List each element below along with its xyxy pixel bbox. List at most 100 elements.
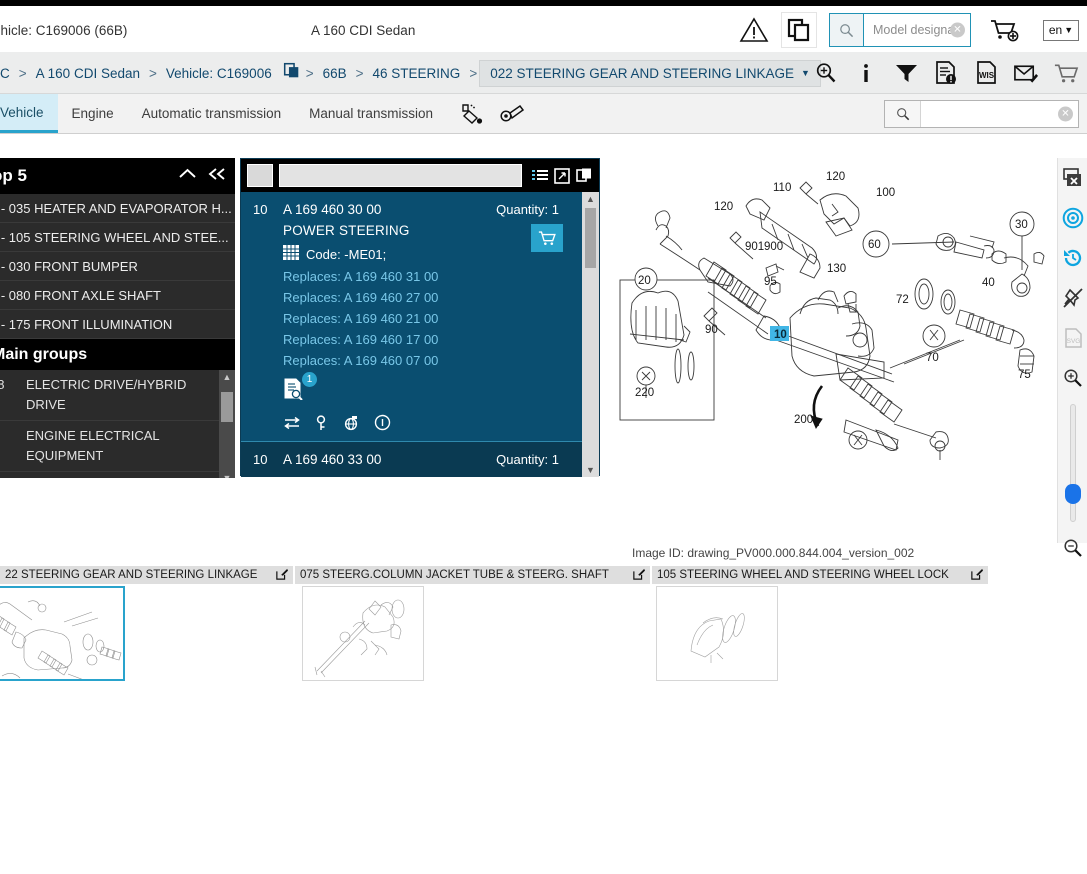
paint-color-icon[interactable] [459, 102, 485, 126]
main-group-item-15[interactable]: 5 ENGINE ELECTRICAL EQUIPMENT [0, 421, 235, 472]
breadcrumb-item-pc[interactable]: PC [0, 66, 17, 81]
cart-icon[interactable] [1053, 60, 1079, 86]
list-view-icon[interactable] [532, 168, 548, 184]
close-window-icon[interactable] [1058, 158, 1087, 198]
top5-item-2[interactable]: 8 - 030 FRONT BUMPER [0, 252, 235, 281]
info-icon[interactable] [853, 60, 879, 86]
scroll-up-arrow[interactable]: ▲ [582, 192, 599, 206]
scroll-up-arrow[interactable]: ▲ [219, 370, 235, 384]
history-icon[interactable] [1058, 238, 1087, 278]
search-icon [830, 14, 864, 46]
breadcrumb-item-model[interactable]: A 160 CDI Sedan [29, 66, 147, 81]
tab-automatic-transmission[interactable]: Automatic transmission [128, 94, 296, 133]
part-replaces-2[interactable]: Replaces: A 169 460 21 00 [283, 311, 587, 326]
scroll-down-arrow[interactable]: ▼ [582, 463, 599, 477]
target-icon[interactable] [1058, 198, 1087, 238]
copy-icon[interactable] [781, 12, 817, 48]
page-background [0, 686, 1087, 874]
part-number: A 169 460 30 00 [283, 202, 382, 217]
part-replaces-1[interactable]: Replaces: A 169 460 27 00 [283, 290, 587, 305]
document-search-icon[interactable]: 1 [283, 372, 317, 402]
chevron-double-left-icon[interactable] [207, 167, 227, 186]
top5-item-0[interactable]: 3 - 035 HEATER AND EVAPORATOR H... [0, 194, 235, 223]
zoom-in-icon[interactable] [813, 60, 839, 86]
breadcrumb-item-vehicle[interactable]: Vehicle: C169006 [159, 66, 279, 81]
thumbnail-label-1[interactable]: 075 STEERG.COLUMN JACKET TUBE & STEERG. … [295, 566, 652, 584]
language-label: en [1048, 23, 1063, 37]
breadcrumb-separator: > [355, 65, 364, 81]
chevron-up-icon[interactable] [178, 167, 197, 186]
wis-document-icon[interactable]: WIS [973, 60, 999, 86]
main-groups-title: Main groups [0, 345, 88, 363]
warning-triangle-icon[interactable] [735, 11, 773, 49]
callout-110: 110 [773, 182, 791, 194]
main-group-item-08[interactable]: 08 ELECTRIC DRIVE/HYBRID DRIVE [0, 370, 235, 421]
parts-scrollbar[interactable]: ▲ ▼ [582, 192, 599, 477]
top5-item-4[interactable]: 2 - 175 FRONT ILLUMINATION [0, 310, 235, 339]
tab-search-input[interactable]: ✕ [921, 101, 1078, 127]
tab-vehicle[interactable]: Vehicle [0, 94, 58, 133]
drawing-toolbar: SVG [1057, 158, 1087, 557]
filter-icon[interactable] [893, 60, 919, 86]
unpin-icon[interactable] [1058, 278, 1087, 318]
breadcrumb-item-steering[interactable]: 46 STEERING [366, 66, 468, 81]
part-replaces-4[interactable]: Replaces: A 169 460 07 00 [283, 353, 587, 368]
key-icon[interactable] [315, 414, 329, 431]
table-row[interactable]: 10 A 169 460 33 00 Quantity: 1 [241, 442, 599, 477]
header-icon-group: Model designa ✕ en ▼ [735, 8, 1079, 52]
parts-filter-box[interactable] [247, 164, 273, 187]
grid-icon[interactable] [283, 245, 299, 263]
zoom-out-icon[interactable] [1058, 528, 1087, 568]
top5-item-1[interactable]: 6 - 105 STEERING WHEEL AND STEE... [0, 223, 235, 252]
clear-circle-icon[interactable]: ✕ [1058, 106, 1073, 122]
scrollbar-thumb[interactable] [221, 392, 233, 422]
exchange-icon[interactable] [283, 416, 301, 430]
clear-circle-icon[interactable]: ✕ [950, 22, 965, 38]
part-replaces-3[interactable]: Replaces: A 169 460 17 00 [283, 332, 587, 347]
zoom-slider-track[interactable] [1070, 404, 1076, 522]
model-designation-search[interactable]: Model designa ✕ [829, 13, 971, 47]
thumbnail-label-2[interactable]: 105 STEERING WHEEL AND STEERING WHEEL LO… [652, 566, 990, 584]
expand-icon[interactable] [554, 167, 570, 184]
main-groups-header: Main groups [0, 339, 235, 370]
search-input[interactable]: Model designa ✕ [864, 14, 970, 46]
mail-edit-icon[interactable] [1013, 60, 1039, 86]
thumbnail-1[interactable] [302, 586, 424, 681]
document-alert-icon[interactable] [933, 60, 959, 86]
callout-100: 100 [876, 187, 895, 199]
main-groups-scrollbar[interactable]: ▲ ▼ [219, 370, 235, 478]
parts-filter-input[interactable] [279, 164, 522, 187]
zoom-in-icon[interactable] [1058, 358, 1087, 398]
edit-icon[interactable] [633, 568, 645, 583]
scrollbar-thumb[interactable] [585, 208, 596, 268]
top5-item-label: 8 - 030 FRONT BUMPER [0, 258, 138, 274]
zoom-slider[interactable] [1058, 398, 1087, 528]
breadcrumb-separator: > [305, 65, 314, 81]
scroll-down-arrow[interactable]: ▼ [219, 471, 235, 478]
thumbnail-label-0[interactable]: 22 STEERING GEAR AND STEERING LINKAGE [0, 566, 295, 584]
info-circle-icon[interactable] [374, 414, 391, 431]
tab-engine[interactable]: Engine [58, 94, 128, 133]
parts-header-icons [532, 167, 593, 184]
top5-item-3[interactable]: 3 - 080 FRONT AXLE SHAFT [0, 281, 235, 310]
thumbnail-0[interactable] [0, 586, 125, 681]
breadcrumb-copy-icon[interactable] [279, 62, 304, 84]
copy-icon[interactable] [576, 168, 593, 184]
edit-icon[interactable] [276, 568, 288, 583]
cart-add-icon[interactable] [987, 13, 1021, 47]
edit-icon[interactable] [971, 568, 983, 583]
tab-manual-transmission[interactable]: Manual transmission [295, 94, 447, 133]
globe-icon[interactable] [343, 415, 360, 431]
breadcrumb-item-current[interactable]: 022 STEERING GEAR AND STEERING LINKAGE ▼ [479, 59, 821, 87]
parts-diagram[interactable]: 120 110 120 100 901 900 60 30 20 130 95 … [604, 158, 1056, 543]
breadcrumb-item-66b[interactable]: 66B [316, 66, 354, 81]
part-replaces-0[interactable]: Replaces: A 169 460 31 00 [283, 269, 587, 284]
thumbnail-2[interactable] [656, 586, 778, 681]
main-group-item-21[interactable]: 21 ATTACHMENT PARTS FOR [0, 472, 235, 478]
table-row[interactable]: 10 A 169 460 30 00 Quantity: 1 POWER STE… [241, 192, 599, 442]
tab-search-box[interactable]: ✕ [884, 100, 1079, 128]
zoom-slider-knob[interactable] [1065, 484, 1081, 504]
language-selector[interactable]: en ▼ [1043, 19, 1079, 41]
engine-parts-icon[interactable] [499, 102, 525, 126]
add-to-cart-button[interactable] [531, 224, 563, 252]
